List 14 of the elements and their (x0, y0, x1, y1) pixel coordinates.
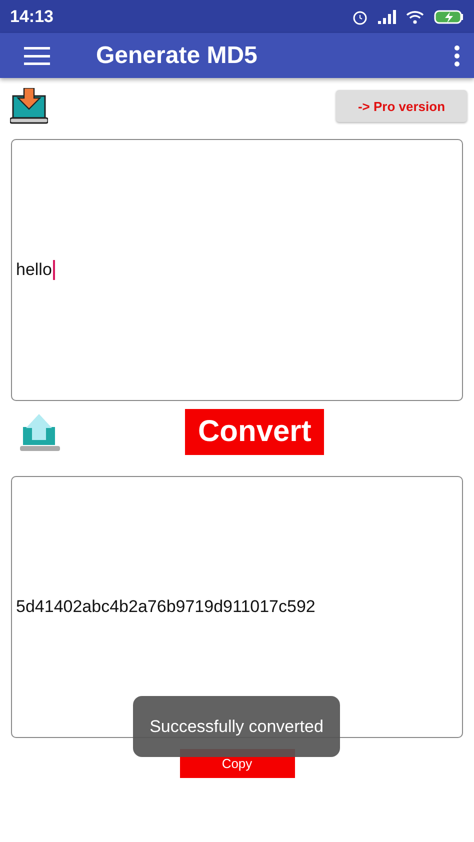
menu-icon[interactable] (24, 46, 50, 64)
laptop-download-icon (10, 88, 48, 124)
clock-time: 14:13 (10, 6, 54, 26)
input-field[interactable]: hello (11, 139, 463, 401)
signal-icon (378, 10, 396, 24)
alarm-icon (352, 8, 368, 24)
toast-message: Successfully converted (133, 696, 340, 757)
laptop-upload-icon (20, 412, 60, 452)
app-title: Generate MD5 (96, 42, 258, 70)
battery-icon (434, 10, 464, 24)
wifi-icon (406, 10, 424, 24)
more-options-icon[interactable] (454, 44, 460, 66)
convert-button[interactable]: Convert (185, 409, 324, 455)
pro-version-button[interactable]: -> Pro version (336, 90, 467, 122)
